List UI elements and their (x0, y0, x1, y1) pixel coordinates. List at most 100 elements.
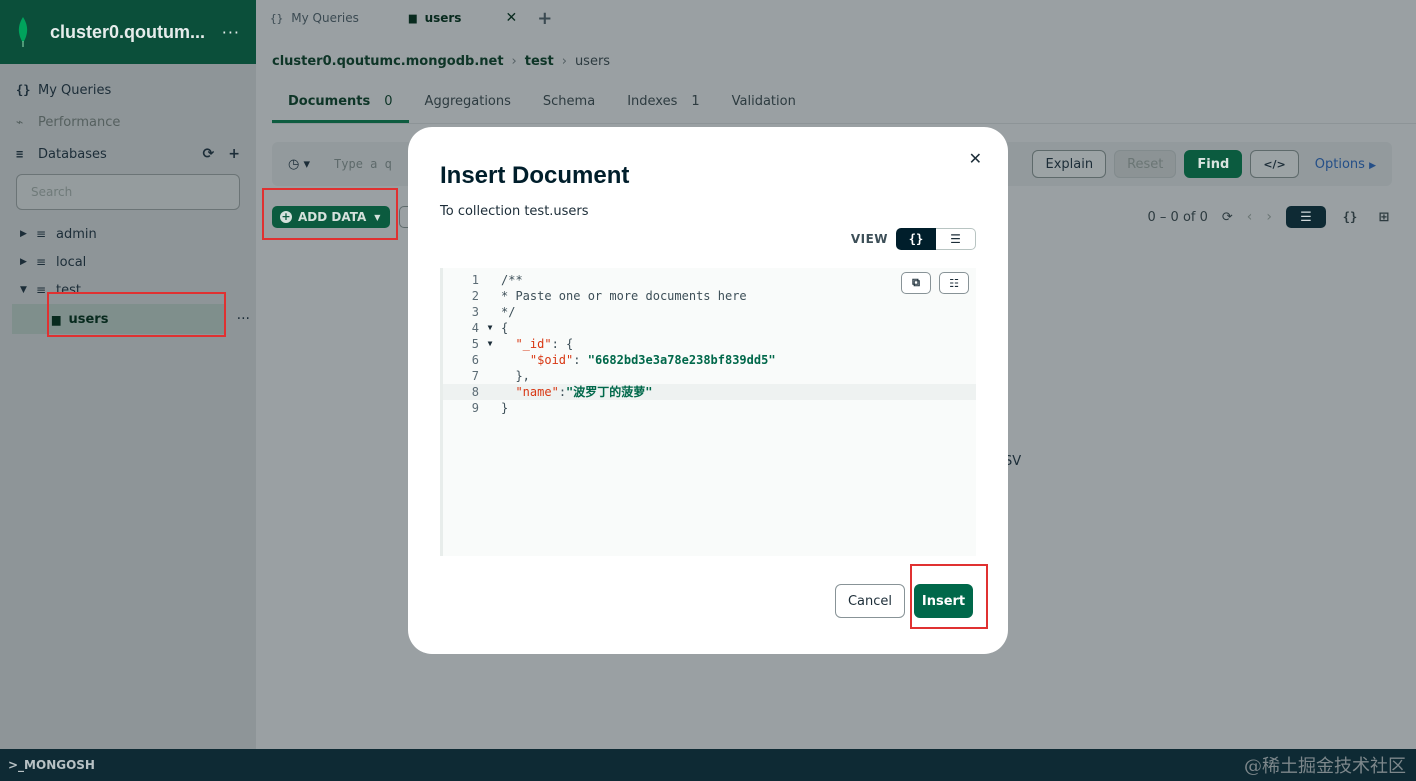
collection-menu-icon[interactable]: ··· (237, 311, 250, 327)
chevron-right-icon: › (511, 54, 517, 69)
code-key: "$oid" (529, 353, 574, 367)
query-history-icon[interactable]: ◷ ▾ (288, 157, 310, 172)
add-database-icon[interactable]: + (228, 146, 240, 162)
sidebar-item-label: Databases (38, 146, 107, 162)
pager-count: 0 – 0 of 0 (1147, 209, 1208, 225)
code-text: } (501, 401, 509, 415)
tab-aggregations[interactable]: Aggregations (409, 88, 527, 123)
code-text: { (501, 321, 509, 335)
code-icon[interactable]: </> (1250, 150, 1299, 178)
code-key: "_id" (515, 337, 552, 351)
close-tab-icon[interactable]: ✕ (505, 10, 517, 26)
plus-icon: + (537, 7, 553, 29)
caret-right-icon: ▶ (1369, 160, 1376, 171)
sidebar-item-my-queries[interactable]: {} My Queries (0, 74, 256, 106)
close-icon[interactable]: ✕ (969, 149, 982, 168)
code-punct: : (558, 385, 567, 399)
tab-my-queries[interactable]: {} My Queries (270, 11, 359, 25)
sidebar-item-performance[interactable]: ⌁ Performance (0, 106, 256, 138)
line-number: 9 (471, 401, 479, 415)
line-number: 5 (471, 337, 479, 351)
explain-button[interactable]: Explain (1032, 150, 1107, 178)
sidebar-item-label: My Queries (38, 82, 112, 98)
view-toggle: VIEW {} ☰ (851, 228, 976, 250)
line-number: 7 (471, 369, 479, 383)
database-icon: ≡ (16, 147, 24, 161)
json-view-icon[interactable]: {} (896, 228, 936, 250)
breadcrumb-database[interactable]: test (525, 54, 554, 69)
database-search-input[interactable]: Search (16, 174, 240, 210)
code-line: 5 ▼ "_id": { (443, 336, 976, 352)
connection-name: cluster0.qoutum... (50, 21, 206, 42)
chevron-right-icon: › (561, 54, 567, 69)
caret-down-icon[interactable]: ▼ (20, 285, 36, 295)
fold-caret-icon[interactable]: ▼ (479, 336, 501, 352)
folder-icon: ▆ (408, 12, 417, 24)
code-key: "name" (515, 385, 559, 399)
cancel-button[interactable]: Cancel (835, 584, 905, 618)
tab-schema[interactable]: Schema (527, 88, 611, 123)
tab-validation[interactable]: Validation (716, 88, 812, 123)
caret-right-icon[interactable]: ▶ (20, 257, 36, 267)
tab-label: users (424, 11, 462, 25)
highlight-add-data (262, 188, 398, 240)
code-line: 2 * Paste one or more documents here (443, 288, 976, 304)
refresh-icon[interactable]: ⟳ (203, 146, 215, 162)
find-button[interactable]: Find (1184, 150, 1243, 178)
code-line: 1 /** (443, 272, 976, 288)
breadcrumb-cluster[interactable]: cluster0.qoutumc.mongodb.net (272, 54, 504, 69)
options-toggle[interactable]: Options ▶ (1315, 157, 1376, 172)
database-icon: ≡ (36, 227, 47, 241)
db-name: admin (56, 226, 97, 242)
code-punct: : (573, 353, 588, 367)
code-line: 7 }, (443, 368, 976, 384)
json-view-icon[interactable]: {} (1340, 206, 1360, 228)
sidebar-item-label: Performance (38, 114, 121, 130)
breadcrumb-collection: users (574, 54, 611, 69)
tab-users[interactable]: ▆ users ✕ (409, 10, 517, 26)
code-value: "波罗丁的菠萝" (566, 385, 653, 399)
list-view-icon[interactable]: ☰ (936, 228, 976, 250)
modal-subtitle: To collection test.users (440, 204, 589, 219)
code-line: 9 } (443, 400, 976, 416)
caret-right-icon[interactable]: ▶ (20, 229, 36, 239)
tab-label: My Queries (291, 11, 359, 25)
code-line: 4 ▼ { (443, 320, 976, 336)
tab-indexes[interactable]: Indexes 1 (611, 88, 715, 123)
table-view-icon[interactable]: ⊞ (1374, 206, 1394, 228)
view-label: VIEW (850, 232, 888, 246)
line-number: 3 (471, 305, 479, 319)
mongosh-bar[interactable]: >_MONGOSH (0, 749, 1416, 781)
json-editor[interactable]: ⧉ ☷ 1 /** 2 * Paste one or more document… (440, 268, 976, 556)
code-text: /** (501, 273, 523, 287)
sidebar-item-databases[interactable]: ≡ Databases ⟳ + (0, 138, 256, 170)
list-view-icon[interactable]: ☰ (1286, 206, 1326, 228)
braces-icon: {} (270, 11, 284, 25)
mongodb-leaf-icon (18, 17, 28, 47)
tree-db-local[interactable]: ▶ ≡ local (0, 248, 256, 276)
workspace-tabs: {} My Queries ▆ users ✕ + (256, 0, 1416, 36)
code-line-active: 8 "name": "波罗丁的菠萝" (443, 384, 976, 400)
breadcrumb: cluster0.qoutumc.mongodb.net › test › us… (272, 54, 610, 69)
braces-icon: {} (16, 83, 31, 97)
tree-db-admin[interactable]: ▶ ≡ admin (0, 220, 256, 248)
line-number: 2 (471, 289, 479, 303)
refresh-icon[interactable]: ⟳ (1222, 210, 1233, 225)
tab-count: 0 (384, 94, 393, 109)
tab-documents[interactable]: Documents 0 (272, 88, 409, 123)
code-text: * Paste one or more documents here (501, 289, 747, 303)
connection-header[interactable]: cluster0.qoutum... ··· (0, 0, 256, 64)
fold-caret-icon[interactable]: ▼ (479, 320, 501, 336)
connection-menu-icon[interactable]: ··· (222, 23, 240, 42)
db-name: local (56, 254, 87, 270)
reset-button[interactable]: Reset (1114, 150, 1177, 178)
line-number: 6 (471, 353, 479, 367)
tab-count: 1 (691, 94, 700, 109)
highlight-users-collection (47, 292, 226, 337)
prev-page-icon[interactable]: ‹ (1247, 209, 1253, 225)
code-punct: : { (551, 337, 574, 351)
sidebar: cluster0.qoutum... ··· {} My Queries ⌁ P… (0, 0, 256, 749)
next-page-icon[interactable]: › (1266, 209, 1272, 225)
